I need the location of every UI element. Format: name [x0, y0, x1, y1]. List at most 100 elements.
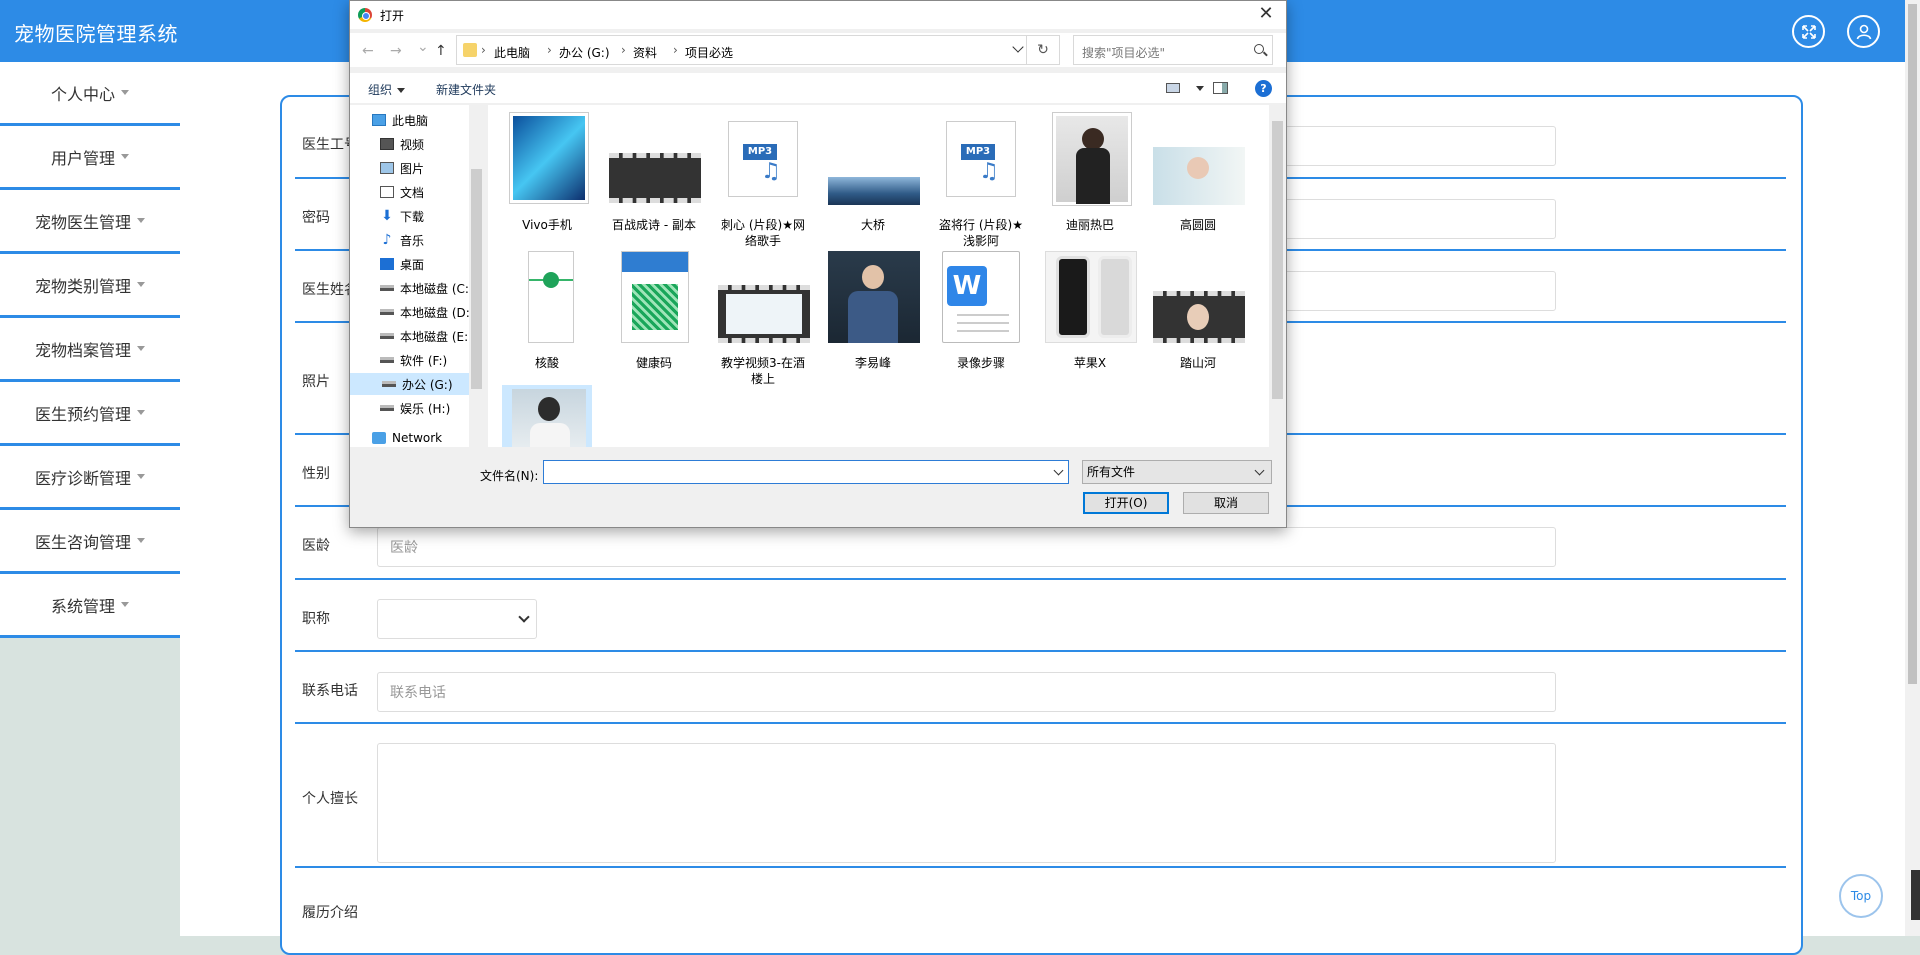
address-bar[interactable]: › 此电脑 › 办公 (G:) › 资料 › 项目必选 [456, 35, 1043, 65]
sidebar-item-appointments[interactable]: 医生预约管理 [0, 382, 180, 446]
chevron-down-icon[interactable] [1053, 465, 1064, 476]
sidebar-item-user-management[interactable]: 用户管理 [0, 126, 180, 190]
file-item[interactable]: W 录像步骤 [936, 251, 1026, 381]
sidebar-item-label: 宠物类别管理 [34, 276, 131, 296]
file-name: 刺心 (片段)★网络歌手 [721, 218, 805, 248]
nav-item-drive-g[interactable]: 办公 (G:) [350, 373, 469, 395]
scrollbar-thumb[interactable] [471, 169, 482, 389]
sidebar-item-pet-category[interactable]: 宠物类别管理 [0, 254, 180, 318]
file-item[interactable] [502, 385, 592, 447]
nav-item-network[interactable]: Network [372, 427, 468, 447]
chevron-down-icon [1254, 465, 1265, 476]
filetype-select[interactable]: 所有文件 [1082, 460, 1272, 484]
refresh-button[interactable]: ↻ [1026, 35, 1060, 65]
field-label: 照片 [302, 374, 330, 390]
back-to-top-button[interactable]: Top [1839, 874, 1883, 918]
view-options-icon[interactable] [1166, 83, 1180, 93]
file-item[interactable]: 踏山河 [1153, 251, 1245, 381]
image-thumbnail [1053, 113, 1131, 205]
cancel-button[interactable]: 取消 [1183, 492, 1269, 514]
sidebar-item-personal-center[interactable]: 个人中心 [0, 62, 180, 126]
caret-down-icon [121, 154, 129, 159]
file-item[interactable]: 高圆圆 [1153, 113, 1245, 243]
file-item[interactable]: 健康码 [609, 251, 699, 381]
close-icon[interactable]: ✕ [1256, 5, 1276, 25]
help-icon[interactable]: ? [1255, 80, 1272, 97]
caret-down-icon [137, 282, 145, 287]
page-scrollbar[interactable] [1905, 0, 1920, 936]
file-name: 苹果X [1073, 356, 1107, 370]
breadcrumb-item[interactable]: 办公 (G:) [559, 44, 610, 61]
filename-input[interactable] [543, 460, 1069, 484]
field-label: 联系电话 [302, 683, 358, 699]
chevron-down-icon [518, 611, 530, 623]
nav-item-pictures[interactable]: 图片 [380, 157, 476, 179]
recent-locations-icon[interactable]: ⌄ [417, 39, 429, 55]
caret-down-icon[interactable] [1196, 86, 1204, 91]
nav-pane-scrollbar[interactable] [469, 105, 484, 447]
file-name: 高圆圆 [1179, 218, 1216, 232]
file-list-scrollbar[interactable] [1269, 105, 1286, 447]
sidebar-item-consultation[interactable]: 医生咨询管理 [0, 510, 180, 574]
search-icon [1254, 44, 1264, 54]
file-item[interactable]: 苹果X [1045, 251, 1137, 381]
edge-handle [1911, 870, 1920, 920]
fullscreen-icon[interactable] [1792, 15, 1825, 48]
breadcrumb-item[interactable]: 项目必选 [685, 44, 733, 61]
field-label: 医龄 [302, 538, 330, 554]
address-row: ← → ⌄ ↑ › 此电脑 › 办公 (G:) › 资料 › 项目必选 ↻ 搜索… [350, 33, 1286, 67]
file-item[interactable]: MP3 ♫ 刺心 (片段)★网络歌手 [718, 113, 808, 248]
page-scrollbar-thumb[interactable] [1908, 4, 1917, 684]
mp3-icon: MP3 ♫ [728, 121, 798, 197]
file-item[interactable]: 迪丽热巴 [1045, 113, 1135, 243]
image-thumbnail [828, 177, 920, 205]
sidebar-item-label: 医生预约管理 [34, 404, 131, 424]
breadcrumb-item[interactable]: 资料 [633, 44, 657, 61]
drive-icon [380, 285, 394, 291]
nav-item-downloads[interactable]: ⬇ 下载 [380, 205, 476, 227]
title-select[interactable] [377, 599, 537, 639]
open-button[interactable]: 打开(O) [1083, 492, 1169, 514]
user-icon[interactable] [1847, 15, 1880, 48]
dialog-titlebar[interactable]: 打开 ✕ [350, 1, 1286, 29]
nav-item-drive-e[interactable]: 本地磁盘 (E: [380, 325, 476, 347]
file-item[interactable]: 百战成诗 - 副本 [609, 113, 701, 243]
sidebar-item-doctor-management[interactable]: 宠物医生管理 [0, 190, 180, 254]
up-arrow-icon[interactable]: ↑ [435, 43, 447, 59]
sidebar-item-label: 宠物医生管理 [34, 212, 131, 232]
nav-item-drive-f[interactable]: 软件 (F:) [380, 349, 476, 371]
breadcrumb-item[interactable]: 此电脑 [494, 44, 530, 61]
nav-item-drive-d[interactable]: 本地磁盘 (D: [380, 301, 476, 323]
back-arrow-icon[interactable]: ← [362, 43, 374, 59]
nav-item-drive-h[interactable]: 娱乐 (H:) [380, 397, 476, 419]
file-item[interactable]: 李易峰 [828, 251, 920, 381]
breadcrumb-separator: › [673, 43, 678, 57]
chevron-down-icon[interactable] [1012, 41, 1024, 53]
phone-input[interactable]: 联系电话 [377, 672, 1556, 712]
preview-pane-icon[interactable] [1213, 82, 1228, 94]
sidebar-item-system[interactable]: 系统管理 [0, 574, 180, 638]
scrollbar-thumb[interactable] [1272, 121, 1283, 399]
file-item[interactable]: 教学视频3-在酒楼上 [718, 251, 810, 386]
organize-menu[interactable]: 组织 [368, 81, 406, 98]
nav-item-music[interactable]: ♪ 音乐 [380, 229, 476, 251]
nav-item-drive-c[interactable]: 本地磁盘 (C: [380, 277, 476, 299]
search-input[interactable]: 搜索"项目必选" [1073, 35, 1273, 65]
sidebar-item-pet-records[interactable]: 宠物档案管理 [0, 318, 180, 382]
sidebar-item-diagnosis[interactable]: 医疗诊断管理 [0, 446, 180, 510]
nav-item-this-pc[interactable]: 此电脑 [372, 109, 468, 131]
forward-arrow-icon[interactable]: → [390, 43, 402, 59]
nav-label: 下载 [400, 209, 425, 224]
nav-item-desktop[interactable]: 桌面 [380, 253, 476, 275]
file-item[interactable]: 大桥 [828, 113, 920, 243]
nav-item-videos[interactable]: 视频 [380, 133, 476, 155]
video-thumbnail [609, 153, 701, 203]
years-input[interactable]: 医龄 [377, 527, 1556, 567]
file-item[interactable]: MP3 ♫ 盗将行 (片段)★浅影阿 [936, 113, 1026, 248]
file-item[interactable]: Vivo手机 [502, 113, 592, 243]
field-label: 性别 [302, 466, 330, 482]
new-folder-button[interactable]: 新建文件夹 [436, 81, 496, 98]
nav-item-documents[interactable]: 文档 [380, 181, 476, 203]
specialty-textarea[interactable] [377, 743, 1556, 863]
file-item[interactable]: 核酸 [502, 251, 592, 381]
